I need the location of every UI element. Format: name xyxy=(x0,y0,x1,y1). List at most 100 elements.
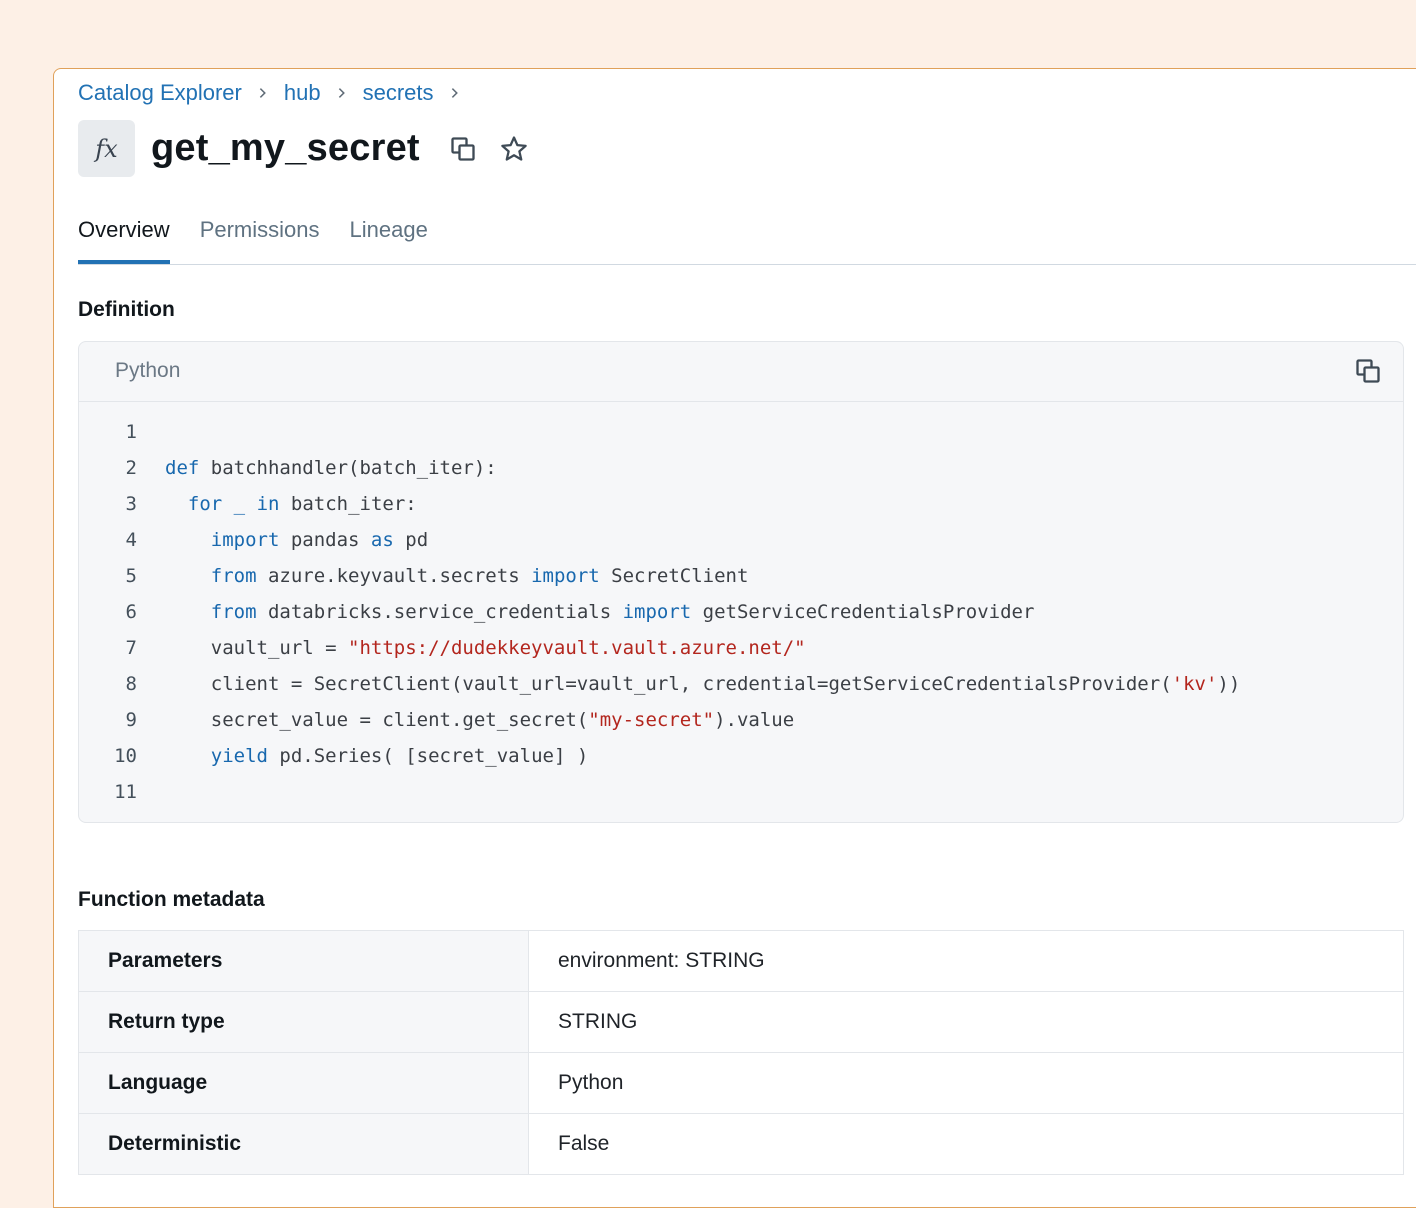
code-keyword: from xyxy=(210,565,257,587)
code-line: 4 import pandas as pd xyxy=(79,522,1403,558)
line-number: 10 xyxy=(114,745,137,767)
metadata-key: Return type xyxy=(78,991,529,1053)
metadata-value: environment: STRING xyxy=(528,930,1404,992)
code-keyword: import xyxy=(622,601,692,623)
star-icon[interactable] xyxy=(498,133,530,165)
line-number: 7 xyxy=(125,637,137,659)
table-row: Return type STRING xyxy=(78,991,1404,1053)
line-content xyxy=(137,774,165,810)
code-line: 1 xyxy=(79,414,1403,450)
line-content: client = SecretClient(vault_url=vault_ur… xyxy=(137,666,1241,702)
line-number: 9 xyxy=(125,709,137,731)
code-editor[interactable]: 1 2 def batchhandler(batch_iter): 3 for _ i… xyxy=(79,402,1403,810)
function-metadata-title: Function metadata xyxy=(78,888,265,911)
breadcrumb-item-secrets[interactable]: secrets xyxy=(363,80,434,106)
metadata-table: Parameters environment: STRING Return ty… xyxy=(78,930,1404,1175)
code-keyword: for xyxy=(187,493,223,515)
table-row: Language Python xyxy=(78,1052,1404,1114)
code-keyword: yield xyxy=(210,745,268,767)
code-text: pd xyxy=(393,529,429,551)
code-text: azure.keyvault.secrets xyxy=(256,565,532,587)
tab-permissions[interactable]: Permissions xyxy=(200,203,320,263)
code-keyword: import xyxy=(531,565,600,587)
metadata-value: Python xyxy=(528,1052,1404,1114)
code-line: 6 from databricks.service_credentials im… xyxy=(79,594,1403,630)
chevron-right-icon xyxy=(256,86,270,100)
code-keyword: as xyxy=(370,529,394,551)
tab-lineage[interactable]: Lineage xyxy=(350,203,428,263)
table-row: Parameters environment: STRING xyxy=(78,930,1404,992)
code-line: 11 xyxy=(79,774,1403,810)
tab-overview[interactable]: Overview xyxy=(78,203,170,264)
code-line: 5 from azure.keyvault.secrets import Sec… xyxy=(79,558,1403,594)
definition-title: Definition xyxy=(78,298,175,321)
breadcrumb-item-hub[interactable]: hub xyxy=(284,80,321,106)
code-text: )) xyxy=(1217,673,1241,695)
code-line: 3 for _ in batch_iter: xyxy=(79,486,1403,522)
code-text: vault_url = xyxy=(165,637,349,659)
metadata-key: Parameters xyxy=(78,930,529,992)
code-line: 8 client = SecretClient(vault_url=vault_… xyxy=(79,666,1403,702)
metadata-value: STRING xyxy=(528,991,1404,1053)
line-number: 3 xyxy=(125,493,137,515)
code-line: 2 def batchhandler(batch_iter): xyxy=(79,450,1403,486)
tab-bar: Overview Permissions Lineage xyxy=(78,203,1416,265)
line-number: 5 xyxy=(125,565,137,587)
function-icon-label: fx xyxy=(95,134,118,163)
line-content: from databricks.service_credentials impo… xyxy=(137,594,1035,630)
code-keyword: import xyxy=(210,529,280,551)
chevron-right-icon xyxy=(448,86,462,100)
line-number: 2 xyxy=(125,457,137,479)
code-text: secret_value = client.get_secret( xyxy=(165,709,589,731)
code-language-label: Python xyxy=(115,359,181,382)
code-line: 7 vault_url = "https://dudekkeyvault.vau… xyxy=(79,630,1403,666)
code-line: 10 yield pd.Series( [secret_value] ) xyxy=(79,738,1403,774)
line-content: def batchhandler(batch_iter): xyxy=(137,450,497,486)
code-text: batch_iter: xyxy=(279,493,417,515)
code-string: 'kv' xyxy=(1171,673,1218,695)
code-text: getServiceCredentialsProvider xyxy=(691,601,1035,623)
code-text: SecretClient xyxy=(599,565,749,587)
breadcrumb-item-catalog-explorer[interactable]: Catalog Explorer xyxy=(78,80,242,106)
metadata-value: False xyxy=(528,1113,1404,1175)
line-content: import pandas as pd xyxy=(137,522,428,558)
line-number: 11 xyxy=(114,781,137,803)
line-content: from azure.keyvault.secrets import Secre… xyxy=(137,558,749,594)
code-text: pd.Series( [secret_value] ) xyxy=(267,745,589,767)
line-number: 8 xyxy=(125,673,137,695)
function-icon: fx xyxy=(78,120,135,177)
page-title: get_my_secret xyxy=(151,127,420,169)
code-text: client = SecretClient(vault_url=vault_ur… xyxy=(165,673,1172,695)
code-keyword: in xyxy=(256,493,280,515)
metadata-key: Language xyxy=(78,1052,529,1114)
code-text: ).value xyxy=(714,709,795,731)
line-content xyxy=(137,414,165,450)
table-row: Deterministic False xyxy=(78,1113,1404,1175)
copy-icon[interactable] xyxy=(1353,356,1383,386)
copy-icon[interactable] xyxy=(448,134,478,164)
catalog-panel: Catalog Explorer hub secrets fx get_my_s… xyxy=(53,68,1416,1208)
line-content: for _ in batch_iter: xyxy=(137,486,417,522)
title-row: fx get_my_secret xyxy=(78,120,530,177)
code-keyword: _ xyxy=(233,493,246,515)
code-string: "https://dudekkeyvault.vault.azure.net/" xyxy=(348,637,806,659)
metadata-key: Deterministic xyxy=(78,1113,529,1175)
code-string: "my-secret" xyxy=(588,709,715,731)
code-text: databricks.service_credentials xyxy=(256,601,623,623)
code-text: pandas xyxy=(279,529,371,551)
line-number: 6 xyxy=(125,601,137,623)
code-block: Python 1 2 def batchhandler(batch_iter): 3 … xyxy=(78,341,1404,823)
code-text: batchhandler(batch_iter): xyxy=(199,457,497,479)
code-line: 9 secret_value = client.get_secret("my-s… xyxy=(79,702,1403,738)
line-content: vault_url = "https://dudekkeyvault.vault… xyxy=(137,630,806,666)
code-keyword: from xyxy=(210,601,257,623)
line-number: 1 xyxy=(125,421,137,443)
chevron-right-icon xyxy=(335,86,349,100)
line-number: 4 xyxy=(125,529,137,551)
